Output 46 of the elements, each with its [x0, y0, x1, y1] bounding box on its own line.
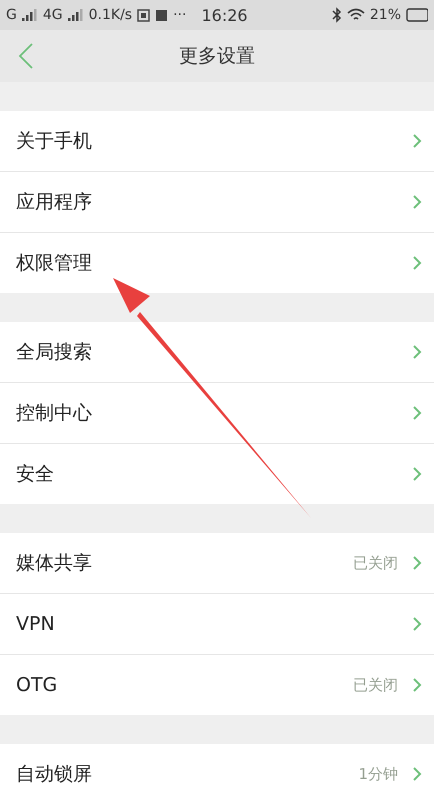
row-label: 全局搜索: [16, 340, 93, 365]
chevron-icon: [412, 616, 422, 632]
chevron-icon: [412, 405, 422, 421]
settings-row[interactable]: 权限管理: [0, 233, 434, 293]
clock: 16:26: [201, 6, 248, 24]
bag-icon: [155, 8, 168, 22]
settings-row[interactable]: 自动锁屏 1分钟: [0, 744, 434, 792]
row-value: 1分钟: [358, 764, 398, 784]
back-icon[interactable]: [18, 42, 34, 70]
row-label: 媒体共享: [16, 551, 93, 576]
row-label: 自动锁屏: [16, 762, 93, 787]
chevron-icon: [412, 255, 422, 271]
bluetooth-icon: [332, 7, 342, 23]
row-label: 安全: [16, 462, 55, 487]
page-title: 更多设置: [179, 44, 255, 69]
signal-icon: [22, 9, 38, 21]
chevron-icon: [412, 344, 422, 360]
row-label: OTG: [16, 674, 58, 696]
row-label: 应用程序: [16, 190, 93, 215]
row-value: 已关闭: [353, 554, 398, 572]
settings-row[interactable]: OTG 已关闭: [0, 655, 434, 715]
settings-row[interactable]: 安全: [0, 444, 434, 504]
row-label: 关于手机: [16, 129, 93, 154]
chevron-icon: [412, 133, 422, 149]
battery-label: 21%: [370, 7, 401, 23]
more-label: ···: [173, 7, 186, 23]
wifi-icon: [346, 8, 365, 22]
settings-row[interactable]: 关于手机: [0, 111, 434, 172]
chevron-icon: [412, 766, 422, 782]
settings-row[interactable]: 媒体共享 已关闭: [0, 533, 434, 594]
chevron-icon: [412, 677, 422, 693]
signal-icon: [68, 9, 84, 21]
chevron-icon: [412, 466, 422, 482]
chevron-icon: [412, 555, 422, 571]
row-label: 控制中心: [16, 401, 93, 426]
app-icon: [137, 8, 150, 22]
speed-label: 0.1K/s: [88, 7, 132, 23]
chevron-icon: [412, 194, 422, 210]
settings-row[interactable]: VPN: [0, 594, 434, 655]
row-value: 已关闭: [353, 676, 398, 694]
network-label: G: [6, 7, 17, 23]
battery-icon: [406, 8, 428, 22]
row-label: VPN: [16, 613, 56, 635]
network-label: 4G: [42, 7, 63, 23]
settings-row[interactable]: 应用程序: [0, 172, 434, 233]
row-label: 权限管理: [16, 251, 93, 276]
